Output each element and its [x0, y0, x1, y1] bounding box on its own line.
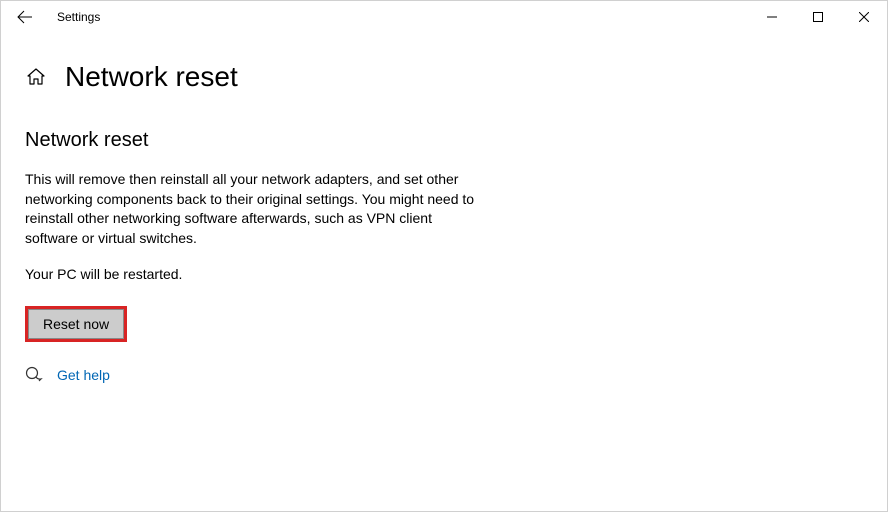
help-icon: [25, 366, 43, 384]
chat-help-icon: [25, 366, 43, 384]
titlebar: Settings: [1, 1, 887, 33]
get-help-link[interactable]: Get help: [57, 367, 110, 383]
help-row: Get help: [25, 366, 863, 384]
window-controls: [749, 1, 887, 33]
restart-note: Your PC will be restarted.: [25, 266, 863, 282]
content-area: Network reset Network reset This will re…: [1, 61, 887, 384]
page-title: Network reset: [65, 61, 238, 93]
minimize-button[interactable]: [749, 1, 795, 33]
close-icon: [859, 12, 869, 22]
back-arrow-icon: [17, 9, 33, 25]
maximize-icon: [813, 12, 823, 22]
window-title: Settings: [57, 10, 100, 24]
minimize-icon: [767, 12, 777, 22]
reset-now-button[interactable]: Reset now: [28, 309, 124, 339]
page-header: Network reset: [25, 61, 863, 93]
reset-button-highlight: Reset now: [25, 306, 127, 342]
house-icon: [26, 67, 46, 87]
back-button[interactable]: [9, 1, 41, 33]
home-icon[interactable]: [25, 66, 47, 88]
close-button[interactable]: [841, 1, 887, 33]
description-text: This will remove then reinstall all your…: [25, 170, 485, 248]
maximize-button[interactable]: [795, 1, 841, 33]
section-title: Network reset: [25, 129, 863, 152]
